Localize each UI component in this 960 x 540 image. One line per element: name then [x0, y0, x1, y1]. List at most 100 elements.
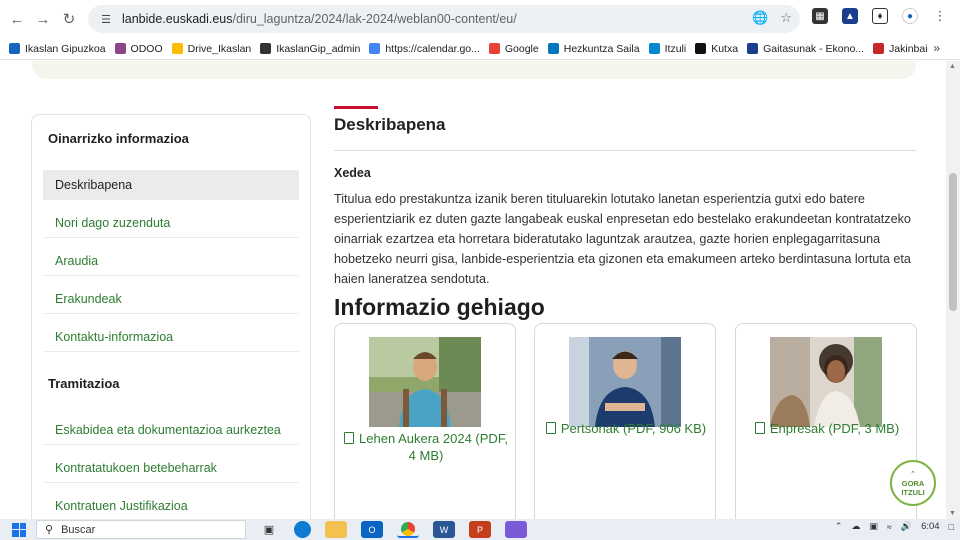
- bookmark-label: https://calendar.go...: [385, 42, 480, 55]
- page-title: Deskribapena: [334, 115, 446, 134]
- bookmark-favicon-icon: [747, 43, 759, 54]
- edge-browser-icon[interactable]: [294, 521, 311, 538]
- sidebar-item-kontratatukoen-betebeharrak[interactable]: Kontratatukoen betebeharrak: [43, 453, 299, 483]
- bookmark-label: Drive_Ikaslan: [187, 42, 252, 55]
- bookmark-favicon-icon: [260, 43, 272, 54]
- forward-arrow-icon[interactable]: →: [32, 8, 54, 30]
- pdf-link-label: Enpresak (PDF, 3 MB): [769, 421, 900, 436]
- wifi-icon[interactable]: ≈: [887, 522, 892, 532]
- pdf-file-icon: [754, 422, 765, 434]
- bookmark-favicon-icon: [171, 43, 183, 54]
- taskbar-clock[interactable]: 6:04: [921, 521, 940, 532]
- bookmark-label: Google: [504, 42, 539, 55]
- sidebar-item-erakundeak[interactable]: Erakundeak: [43, 284, 299, 314]
- translate-icon[interactable]: 🌐: [752, 10, 768, 26]
- page-viewport: Oinarrizko informazioa Deskribapena Nori…: [0, 61, 946, 519]
- bookmark-item[interactable]: IkaslanGip_admin: [260, 43, 360, 55]
- volume-icon[interactable]: 🔊: [901, 521, 912, 532]
- bookmark-favicon-icon: [488, 43, 500, 54]
- reload-icon[interactable]: ↻: [58, 8, 80, 30]
- tray-chevron-icon[interactable]: ⌃: [835, 521, 843, 532]
- chrome-icon[interactable]: [397, 521, 419, 538]
- young-man-backpack-photo: [369, 337, 481, 427]
- bookmark-favicon-icon: [648, 43, 660, 54]
- address-url: lanbide.euskadi.eus/diru_laguntza/2024/l…: [122, 12, 517, 26]
- bookmark-label: Hezkuntza Saila: [563, 42, 640, 55]
- bookmark-item[interactable]: Itzuli: [648, 43, 686, 55]
- url-host: lanbide.euskadi.eus: [122, 12, 233, 26]
- bookmark-item[interactable]: https://calendar.go...: [369, 43, 480, 55]
- pdf-link-enpresak[interactable]: Enpresak (PDF, 3 MB): [742, 420, 912, 437]
- title-accent-bar: [334, 106, 378, 109]
- sidebar-section-basic-info: Oinarrizko informazioa: [48, 131, 189, 146]
- bookmark-item[interactable]: Jakinbai: [873, 43, 928, 55]
- pdf-file-icon: [344, 432, 355, 444]
- sidebar-item-araudia[interactable]: Araudia: [43, 246, 299, 276]
- menu-dots-icon[interactable]: ⋮: [932, 8, 948, 24]
- sidebar-nav: Oinarrizko informazioa Deskribapena Nori…: [31, 114, 311, 519]
- bookmark-star-icon[interactable]: ☆: [780, 10, 792, 26]
- bookmark-label: Jakinbai: [889, 42, 928, 55]
- puzzle-icon[interactable]: ♦: [872, 8, 888, 24]
- outlook-icon[interactable]: O: [361, 521, 383, 538]
- back-to-top-button[interactable]: ⌃ GORA ITZULI: [890, 460, 936, 506]
- url-path: /diru_laguntza/2024/lak-2024/weblan00-co…: [232, 12, 517, 26]
- back-to-top-line1: GORA: [901, 478, 925, 488]
- taskbar-search-input[interactable]: ⚲ Buscar: [36, 520, 246, 539]
- sidebar-section-tramitazioa: Tramitazioa: [48, 376, 120, 391]
- young-man-smiling-photo: [569, 337, 681, 427]
- bookmark-item[interactable]: Kutxa: [695, 43, 738, 55]
- description-paragraph: Titulua edo prestakuntza izanik beren ti…: [334, 192, 911, 286]
- monitor-icon[interactable]: ▣: [869, 521, 878, 532]
- bookmark-item[interactable]: Gaitasunak - Ekono...: [747, 43, 864, 55]
- windows-taskbar: ⚲ Buscar ▣ O W P ⌃ ☁ ▣ ≈ 🔊 6:04 □: [0, 519, 960, 540]
- bookmark-favicon-icon: [114, 43, 126, 54]
- bookmark-favicon-icon: [369, 43, 381, 54]
- page-scrollbar[interactable]: ▲ ▼: [946, 61, 960, 519]
- bookmark-item[interactable]: ODOO: [114, 42, 163, 55]
- search-icon: ⚲: [45, 524, 54, 536]
- bookmark-label: Gaitasunak - Ekono...: [763, 42, 865, 55]
- cloud-icon[interactable]: ☁: [851, 521, 860, 532]
- document-card: Enpresak (PDF, 3 MB): [735, 323, 917, 519]
- extension-icon[interactable]: ▲: [842, 8, 858, 24]
- bookmark-favicon-icon: [873, 43, 885, 54]
- file-explorer-icon[interactable]: [325, 521, 347, 538]
- pdf-link-pertsonak[interactable]: Pertsonak (PDF, 906 KB): [541, 420, 711, 437]
- pdf-link-lehen-aukera[interactable]: Lehen Aukera 2024 (PDF, 4 MB): [341, 430, 511, 464]
- scroll-up-arrow-icon[interactable]: ▲: [949, 63, 956, 70]
- bookmark-favicon-icon: [695, 43, 707, 54]
- bookmark-item[interactable]: Google: [488, 42, 539, 55]
- browser-toolbar: ← → ↻ ☰ lanbide.euskadi.eus/diru_laguntz…: [0, 0, 960, 38]
- scroll-down-arrow-icon[interactable]: ▼: [949, 510, 956, 517]
- women-meeting-photo: [770, 337, 882, 427]
- word-icon[interactable]: W: [433, 521, 455, 538]
- sidebar-item-nori-dago-zuzenduta[interactable]: Nori dago zuzenduta: [43, 208, 299, 238]
- bookmark-item[interactable]: Ikaslan Gipuzkoa: [9, 43, 106, 55]
- bookmark-label: Kutxa: [711, 42, 739, 55]
- notifications-icon[interactable]: □: [949, 522, 954, 532]
- app-icon[interactable]: [505, 521, 527, 538]
- up-chevron-icon: ⌃: [910, 470, 916, 478]
- top-banner-band: [32, 61, 916, 79]
- bookmark-item[interactable]: Hezkuntza Saila: [547, 42, 640, 55]
- site-info-icon[interactable]: ☰: [98, 11, 114, 27]
- powerpoint-icon[interactable]: P: [469, 521, 491, 538]
- address-bar[interactable]: ☰ lanbide.euskadi.eus/diru_laguntza/2024…: [88, 5, 800, 33]
- task-view-icon[interactable]: ▣: [258, 521, 280, 538]
- profile-avatar[interactable]: ●: [902, 8, 918, 24]
- windows-start-icon[interactable]: [12, 522, 26, 537]
- scrollbar-thumb[interactable]: [949, 173, 957, 311]
- bookmark-label: Ikaslan Gipuzkoa: [25, 42, 106, 55]
- sidebar-item-eskabidea[interactable]: Eskabidea eta dokumentazioa aurkeztea: [43, 415, 299, 445]
- bookmark-item[interactable]: Drive_Ikaslan: [171, 42, 252, 55]
- back-arrow-icon[interactable]: ←: [6, 8, 28, 30]
- sidebar-item-kontaktu-informazioa[interactable]: Kontaktu-informazioa: [43, 322, 299, 352]
- sidebar-item-deskribapena[interactable]: Deskribapena: [43, 170, 299, 200]
- extension-icon[interactable]: ▦: [812, 8, 828, 24]
- bookmarks-overflow-icon[interactable]: »: [933, 41, 940, 55]
- title-divider: [334, 150, 916, 151]
- sidebar-item-kontratuen-justifikazioa[interactable]: Kontratuen Justifikazioa: [43, 491, 299, 519]
- bookmark-label: ODOO: [130, 42, 163, 55]
- document-card: Lehen Aukera 2024 (PDF, 4 MB): [334, 323, 516, 519]
